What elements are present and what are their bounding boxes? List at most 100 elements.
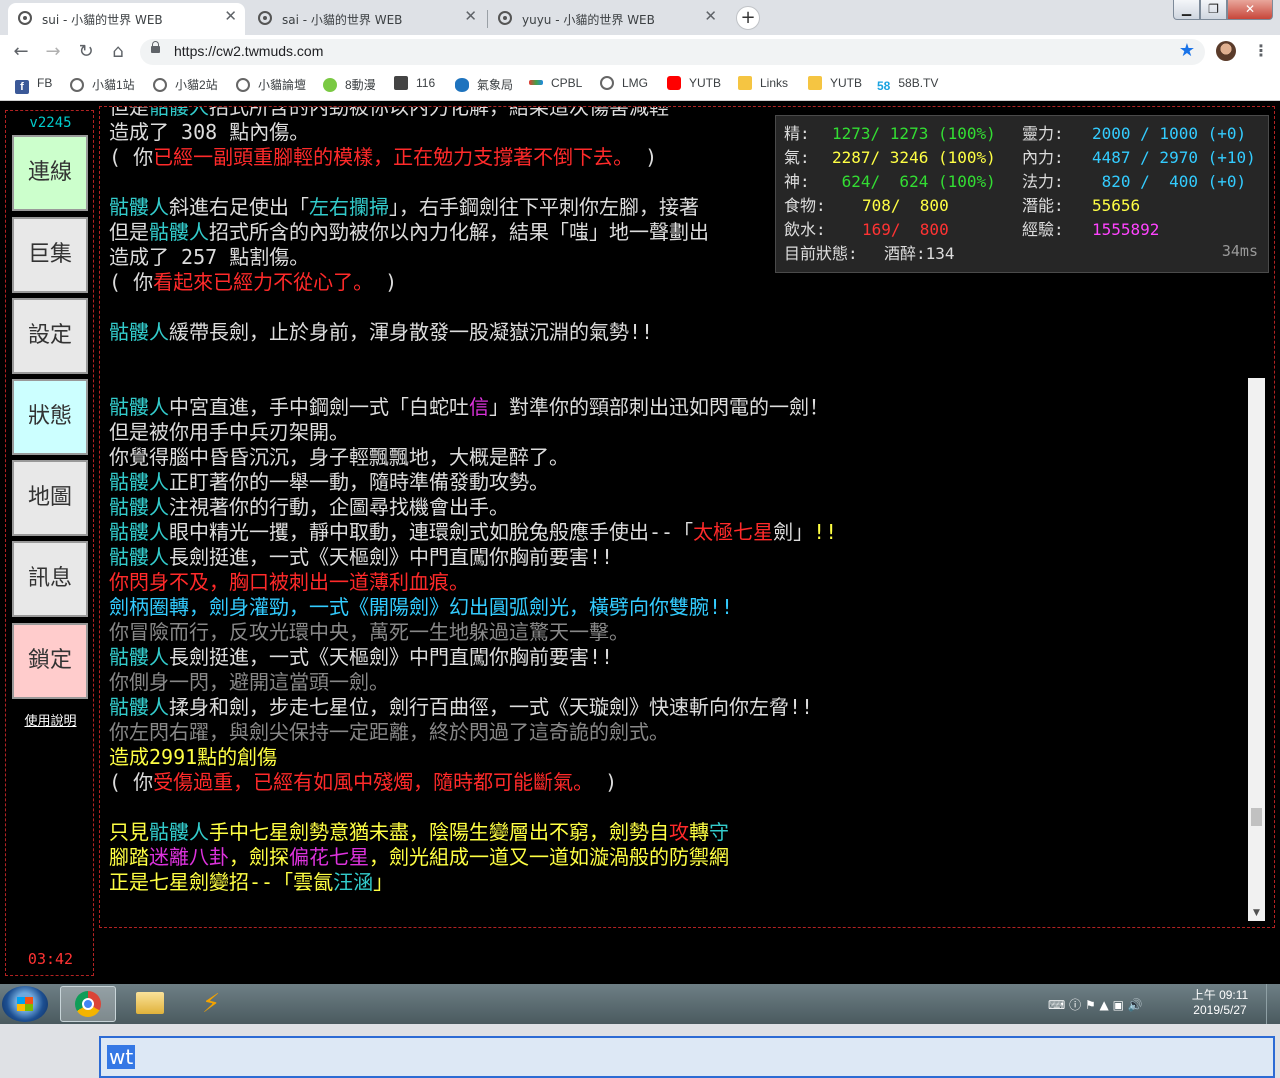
log-segment: 注視著你的行動，企圖尋找機會出手。 [169,495,509,519]
log-segment: 骷髏人 [109,520,169,544]
log-segment: ) [633,145,658,169]
window-close-button[interactable]: ✕ [1227,0,1273,20]
log-line: 骷髏人正盯著你的一舉一動，隨時準備發動攻勢。 [109,470,1249,495]
log-segment: 骷髏人 [149,220,209,244]
log-line: 骷髏人注視著你的行動，企圖尋找機會出手。 [109,495,1249,520]
weather-icon [455,78,469,92]
log-segment: 正是七星劍變招--「雲氤 [109,870,334,894]
comic-icon [323,78,337,92]
log-line: 骷髏人長劍挺進，一式《天樞劍》中門直闖你胸前要害!! [109,645,1249,670]
tab-sui[interactable]: sui - 小貓的世界 WEB ✕ [8,3,245,35]
log-line: 腳踏迷離八卦，劍探偏花七星，劍光組成一道又一道如漩渦般的防禦網 [109,845,1249,870]
maximize-button[interactable]: ❐ [1200,0,1227,20]
message-button[interactable]: 訊息 [12,541,88,617]
bookmark-folder[interactable]: YUTB [808,76,862,90]
star-icon[interactable]: ★ [1179,40,1195,61]
globe-icon [498,11,512,25]
log-segment: 劍柄圈轉，劍身灌勁，一式《開陽劍》幻出圓弧劍光，橫劈向你雙腕!! [109,595,734,619]
bookmark-item[interactable]: 小貓2站 [153,76,218,93]
log-segment: 眼中精光一攫，靜中取動，連環劍式如脫兔般應手使出--「 [169,520,694,544]
log-segment: 骷髏人 [109,320,169,344]
bookmark-item[interactable]: 氣象局 [455,76,513,93]
facebook-icon: f [15,80,29,94]
sidebar: v2245 連線 巨集 設定 狀態 地圖 訊息 鎖定 使用說明 03:42 [5,110,94,976]
bookmark-item[interactable]: 小貓論壇 [236,76,306,93]
command-text[interactable]: wt [107,1045,136,1069]
scroll-thumb[interactable] [1251,808,1262,826]
log-segment: 骷髏人 [109,495,169,519]
log-segment: ( 你 [109,145,154,169]
home-icon[interactable]: ⌂ [107,41,129,63]
address-bar[interactable]: https://cw2.twmuds.com ★ [140,39,1205,65]
log-segment: 偏花七星 [289,845,369,869]
command-input[interactable]: wt [99,1036,1275,1078]
log-segment: ，劍探 [229,845,289,869]
tab-yuyu[interactable]: yuyu - 小貓的世界 WEB ✕ [488,3,725,35]
log-segment: 你側身一閃，避開這當頭一劍。 [109,670,389,694]
scroll-down-arrow-icon[interactable]: ▼ [1248,905,1265,921]
globe-icon [70,78,84,92]
tray-clock[interactable]: 上午 09:11 2019/5/27 [1190,988,1250,1018]
forward-icon[interactable]: → [42,41,64,63]
settings-button[interactable]: 設定 [12,298,88,374]
tab-sai[interactable]: sai - 小貓的世界 WEB ✕ [248,3,485,35]
log-segment: 你冒險而行，反攻光環中央，萬死一生地躲過這驚天一擊。 [109,620,629,644]
bookmark-item[interactable]: CPBL [529,76,582,90]
bookmark-item[interactable]: 116 [394,76,435,90]
stat-water-value: 169/ 800 [862,220,949,239]
status-button[interactable]: 狀態 [12,379,88,455]
status-panel: 精: 1273/ 1273 (100%) 氣: 2287/ 3246 (100%… [775,115,1269,273]
start-button[interactable] [2,986,48,1022]
folder-icon [808,76,822,90]
film-icon [394,76,408,90]
globe-icon [153,78,167,92]
stat-jing-value: 1273/ 1273 (100%) [832,124,996,143]
lock-icon[interactable] [151,41,160,53]
log-line: 骷髏人揉身和劍，步走七星位，劍行百曲徑，一式《天璇劍》快速斬向你左脅!! [109,695,1249,720]
log-segment: 揉身和劍，步走七星位，劍行百曲徑，一式《天璇劍》快速斬向你左脅!! [169,695,814,719]
taskbar-chrome-icon[interactable] [60,986,116,1022]
log-segment: 造成了 257 點割傷。 [109,245,310,269]
connect-button[interactable]: 連線 [12,135,88,211]
macro-button[interactable]: 巨集 [12,217,88,293]
bookmarks-bar: f FB 小貓1站 小貓2站 小貓論壇 8動漫 116 氣象局 CPBL LMG … [0,69,1280,101]
url-text[interactable]: https://cw2.twmuds.com [174,43,323,59]
bookmark-fb[interactable]: f FB [15,76,52,94]
close-icon[interactable]: ✕ [224,7,237,25]
taskbar: ⚡ ⌨ ⓘ ⚑ ▲ ▣ 🔊 上午 09:11 2019/5/27 [0,984,1280,1024]
new-tab-button[interactable]: + [736,6,760,30]
log-segment: 中宮直進，手中鋼劍一式「白蛇吐 [169,395,469,419]
bookmark-item[interactable]: 58 58B.TV [877,76,938,93]
log-line: 正是七星劍變招--「雲氤汪涵」 [109,870,1249,895]
stat-fali-label: 法力: [1022,172,1064,191]
minimize-button[interactable]: ▁ [1173,0,1200,20]
log-segment: 攻 [669,820,689,844]
close-icon[interactable]: ✕ [464,7,477,25]
bookmark-folder[interactable]: Links [738,76,788,90]
bookmark-item[interactable]: YUTB [667,76,721,90]
show-desktop-button[interactable] [1266,984,1280,1024]
kebab-menu-icon[interactable]: ⋮ [1253,41,1269,60]
log-segment: 已經一副頭重腳輕的模樣，正在勉力支撐著不倒下去。 [153,145,634,169]
scrollbar[interactable]: ▼ [1248,378,1265,921]
help-link[interactable]: 使用說明 [6,710,95,729]
reload-icon[interactable]: ↻ [75,41,97,63]
log-segment: 」，右手鋼劍往下平刺你左腳，接著 [389,195,699,219]
taskbar-app-icon[interactable]: ⚡ [184,986,240,1022]
globe-icon [236,78,250,92]
back-icon[interactable]: ← [10,41,32,63]
log-line: 骷髏人緩帶長劍，止於身前，渾身散發一股凝嶽沉淵的氣勢!! [109,320,1249,345]
taskbar-explorer-icon[interactable] [122,986,178,1022]
avatar[interactable] [1216,41,1236,61]
ping-display: 34ms [1221,242,1258,260]
close-icon[interactable]: ✕ [704,7,717,25]
log-segment: 但是被你用手中兵刃架開。 [109,420,349,444]
bookmark-item[interactable]: 小貓1站 [70,76,135,93]
lock-button[interactable]: 鎖定 [12,623,88,699]
bookmark-item[interactable]: 8動漫 [323,76,376,93]
log-segment: 造成2991點的創傷 [109,745,278,769]
map-button[interactable]: 地圖 [12,460,88,536]
bookmark-item[interactable]: LMG [600,76,648,90]
log-line: 你側身一閃，避開這當頭一劍。 [109,670,1249,695]
system-tray[interactable]: ⌨ ⓘ ⚑ ▲ ▣ 🔊 [1048,996,1143,1013]
